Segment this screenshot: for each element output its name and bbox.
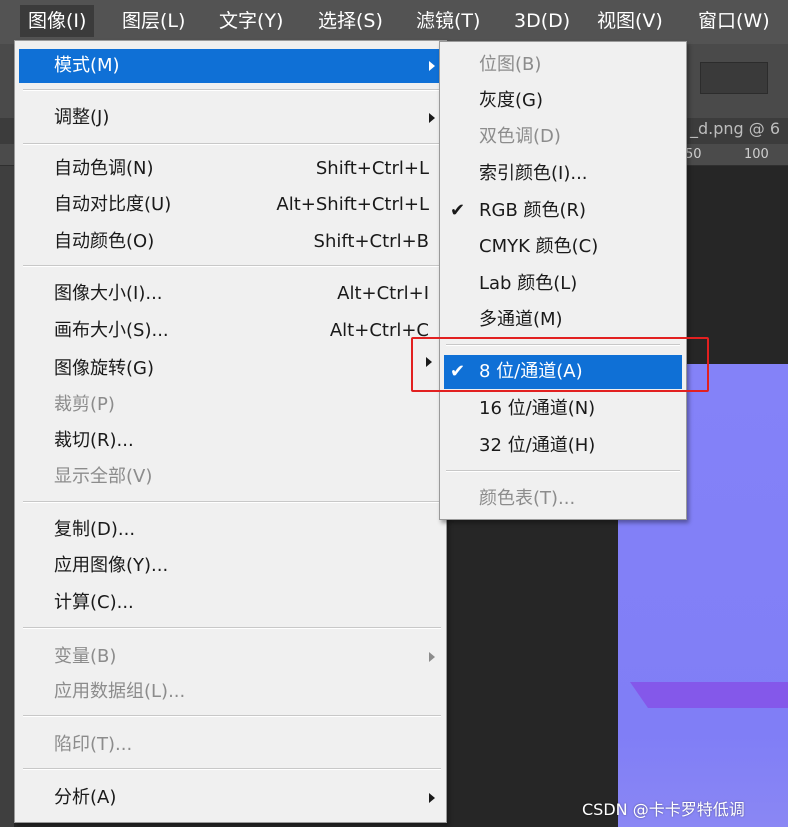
menu-item-label: 32 位/通道(H): [479, 435, 596, 456]
submenu-item-color-table: 颜色表(T)...: [444, 482, 682, 516]
menu-item-label: 调整(J): [54, 107, 110, 128]
menu-separator: [23, 627, 441, 629]
menu-item-label: 画布大小(S)...: [54, 320, 169, 341]
menu-item-label: 位图(B): [479, 54, 542, 75]
menu-separator: [446, 470, 680, 472]
menu-separator: [23, 143, 441, 145]
menu-item-label: 裁剪(P): [54, 394, 115, 415]
menu-separator: [23, 768, 441, 770]
menu-item-adjustments[interactable]: 调整(J): [19, 101, 443, 135]
submenu-item-16-bits-channel[interactable]: 16 位/通道(N): [444, 392, 682, 426]
submenu-item-indexed-color[interactable]: 索引颜色(I)...: [444, 157, 682, 191]
menu-item-label: 自动色调(N): [54, 158, 154, 179]
menu-item-mode[interactable]: 模式(M): [19, 49, 443, 83]
vertical-ruler: [0, 166, 14, 827]
menu-item-label: 计算(C)...: [54, 592, 134, 613]
menu-item-calculations[interactable]: 计算(C)...: [19, 586, 443, 620]
menu-item-apply-data-set: 应用数据组(L)...: [19, 675, 443, 709]
options-input-field[interactable]: [700, 62, 768, 94]
menu-item-label: 多通道(M): [479, 309, 563, 330]
submenu-item-32-bits-channel[interactable]: 32 位/通道(H): [444, 429, 682, 463]
menubar-select[interactable]: 选择(S): [310, 5, 391, 37]
ruler-tick-label: 100: [744, 147, 769, 162]
menu-item-apply-image[interactable]: 应用图像(Y)...: [19, 549, 443, 583]
menu-item-shortcut: Alt+Shift+Ctrl+L: [276, 194, 429, 215]
submenu-item-multichannel[interactable]: 多通道(M): [444, 303, 682, 337]
ruler-tick-label: 50: [685, 147, 702, 162]
menubar-type[interactable]: 文字(Y): [211, 5, 291, 37]
menubar-view[interactable]: 视图(V): [589, 5, 671, 37]
menu-item-label: 模式(M): [54, 55, 120, 76]
submenu-item-lab-color[interactable]: Lab 颜色(L): [444, 267, 682, 301]
menubar-window[interactable]: 窗口(W): [690, 5, 778, 37]
menu-item-label: 16 位/通道(N): [479, 398, 596, 419]
menu-item-label: 显示全部(V): [54, 466, 153, 487]
menu-item-variables: 变量(B): [19, 640, 443, 674]
menu-bar: 图像(I) 图层(L) 文字(Y) 选择(S) 滤镜(T) 3D(D) 视图(V…: [0, 0, 788, 44]
submenu-item-duotone: 双色调(D): [444, 120, 682, 154]
menu-separator: [23, 501, 441, 503]
menu-item-label: 索引颜色(I)...: [479, 163, 588, 184]
menu-item-label: 分析(A): [54, 787, 117, 808]
menu-item-label: 灰度(G): [479, 90, 543, 111]
menubar-layer[interactable]: 图层(L): [114, 5, 193, 37]
image-menu: 模式(M) 调整(J) 自动色调(N) Shift+Ctrl+L 自动对比度(U…: [14, 40, 447, 823]
submenu-arrow-icon: [429, 113, 435, 123]
menu-item-crop: 裁剪(P): [19, 388, 443, 422]
menu-item-auto-color[interactable]: 自动颜色(O) Shift+Ctrl+B: [19, 225, 443, 259]
submenu-item-cmyk-color[interactable]: CMYK 颜色(C): [444, 230, 682, 264]
menu-item-auto-tone[interactable]: 自动色调(N) Shift+Ctrl+L: [19, 152, 443, 186]
menu-item-label: CMYK 颜色(C): [479, 236, 599, 257]
menu-item-label: 陷印(T)...: [54, 734, 133, 755]
mode-submenu: 位图(B) 灰度(G) 双色调(D) 索引颜色(I)... ✔ RGB 颜色(R…: [439, 41, 687, 520]
canvas-image-shadow: [630, 682, 788, 708]
menu-item-label: Lab 颜色(L): [479, 273, 578, 294]
menubar-3d[interactable]: 3D(D): [506, 5, 578, 37]
menu-item-label: 双色调(D): [479, 126, 561, 147]
menu-item-shortcut: Alt+Ctrl+I: [337, 283, 429, 304]
menu-separator: [23, 715, 441, 717]
annotation-highlight-box: [411, 337, 709, 392]
menu-item-reveal-all: 显示全部(V): [19, 460, 443, 494]
menu-item-analysis[interactable]: 分析(A): [19, 781, 443, 815]
menu-item-canvas-size[interactable]: 画布大小(S)... Alt+Ctrl+C: [19, 314, 443, 348]
menu-item-image-rotation[interactable]: 图像旋转(G): [19, 352, 443, 386]
menubar-filter[interactable]: 滤镜(T): [408, 5, 488, 37]
menu-item-trap: 陷印(T)...: [19, 728, 443, 762]
menu-item-shortcut: Shift+Ctrl+L: [315, 158, 429, 179]
menu-item-image-size[interactable]: 图像大小(I)... Alt+Ctrl+I: [19, 277, 443, 311]
menu-item-label: 复制(D)...: [54, 519, 136, 540]
submenu-arrow-icon: [429, 61, 435, 71]
menu-item-duplicate[interactable]: 复制(D)...: [19, 513, 443, 547]
document-tab-title[interactable]: _d.png @ 6: [690, 119, 780, 138]
submenu-arrow-icon: [429, 793, 435, 803]
menubar-image[interactable]: 图像(I): [20, 5, 95, 37]
submenu-arrow-icon: [429, 652, 435, 662]
submenu-item-grayscale[interactable]: 灰度(G): [444, 84, 682, 118]
menu-item-label: 应用数据组(L)...: [54, 681, 186, 702]
menu-item-label: 变量(B): [54, 646, 117, 667]
menu-separator: [23, 265, 441, 267]
submenu-item-rgb-color[interactable]: ✔ RGB 颜色(R): [444, 194, 682, 228]
menu-separator: [23, 89, 441, 91]
menu-item-trim[interactable]: 裁切(R)...: [19, 424, 443, 458]
watermark: CSDN @卡卡罗特低调: [582, 800, 745, 819]
menu-item-label: 自动对比度(U): [54, 194, 172, 215]
menu-item-label: 裁切(R)...: [54, 430, 134, 451]
menu-item-label: 应用图像(Y)...: [54, 555, 169, 576]
menu-item-label: 图像大小(I)...: [54, 283, 163, 304]
submenu-item-bitmap: 位图(B): [444, 48, 682, 82]
menu-item-auto-contrast[interactable]: 自动对比度(U) Alt+Shift+Ctrl+L: [19, 188, 443, 222]
checkmark-icon: ✔: [450, 200, 466, 221]
menu-item-label: 颜色表(T)...: [479, 488, 576, 509]
menu-item-label: 自动颜色(O): [54, 231, 155, 252]
menu-item-label: 图像旋转(G): [54, 358, 154, 379]
menu-item-label: RGB 颜色(R): [479, 200, 587, 221]
menu-item-shortcut: Shift+Ctrl+B: [313, 231, 429, 252]
